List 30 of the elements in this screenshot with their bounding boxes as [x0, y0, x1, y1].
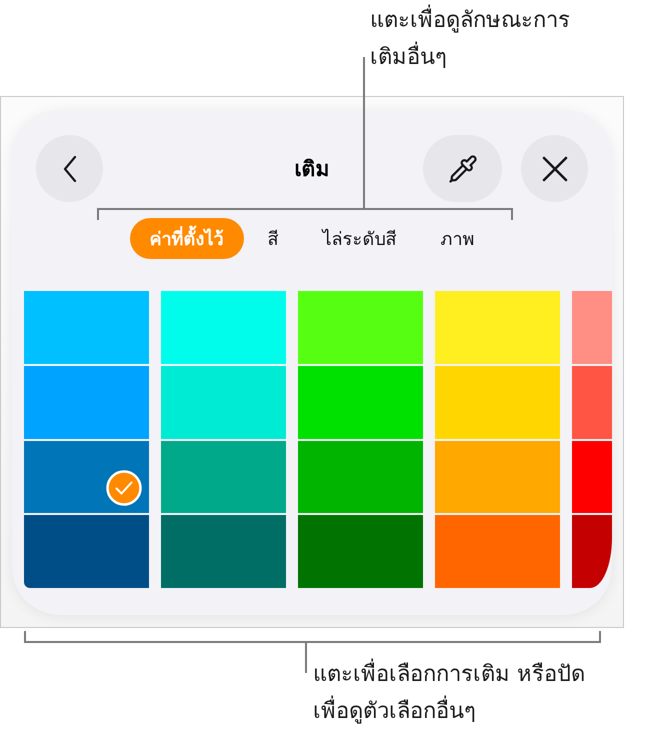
- color-swatch[interactable]: [435, 366, 560, 438]
- color-swatch[interactable]: [161, 515, 286, 588]
- checkmark-icon: [106, 470, 142, 506]
- color-swatch[interactable]: [24, 291, 149, 364]
- color-swatch[interactable]: [298, 515, 423, 588]
- tab[interactable]: ภาพ: [420, 218, 494, 259]
- callout-text: แตะเพื่อดูลักษณะการ เติมอื่นๆ: [370, 2, 570, 76]
- tab[interactable]: ไล่ระดับสี: [302, 218, 416, 259]
- panel-title: เติม: [294, 156, 330, 183]
- color-swatch[interactable]: [572, 515, 612, 588]
- color-swatch[interactable]: [435, 515, 560, 588]
- color-swatch[interactable]: [572, 440, 612, 514]
- callout-text: แตะเพื่อเลือกการเติม หรือปัด เพื่อดูตัวเลือกอื่นๆ: [313, 656, 585, 730]
- color-swatch[interactable]: [161, 291, 286, 364]
- color-swatch[interactable]: [24, 440, 149, 514]
- color-swatch[interactable]: [435, 291, 560, 364]
- color-swatch[interactable]: [298, 440, 423, 514]
- color-swatch[interactable]: [24, 515, 149, 588]
- color-swatch[interactable]: [161, 366, 286, 438]
- color-swatch[interactable]: [298, 291, 423, 364]
- color-swatch[interactable]: [161, 440, 286, 514]
- color-swatch[interactable]: [298, 366, 423, 438]
- color-swatch[interactable]: [572, 366, 612, 438]
- eyedropper-icon: [448, 154, 478, 184]
- close-icon: [542, 156, 568, 182]
- chevron-left-icon: [62, 156, 76, 182]
- color-swatch[interactable]: [435, 440, 560, 514]
- tab[interactable]: สี: [248, 218, 298, 259]
- color-swatch[interactable]: [572, 291, 612, 364]
- color-swatch[interactable]: [24, 366, 149, 438]
